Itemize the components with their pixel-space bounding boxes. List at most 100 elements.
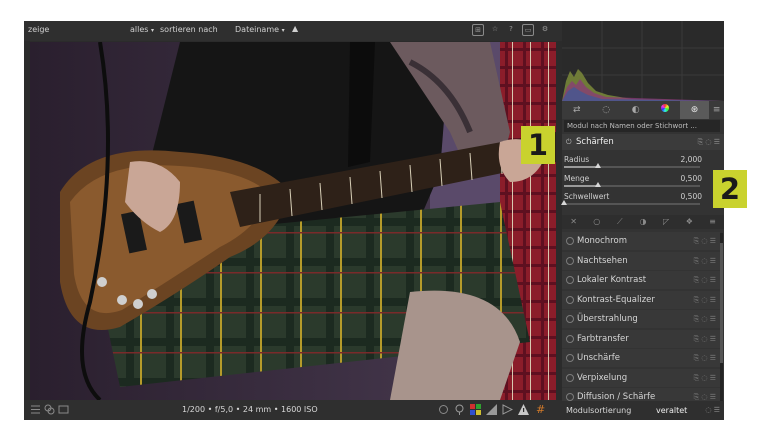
histogram[interactable] xyxy=(562,21,724,101)
softproof-icon[interactable] xyxy=(470,404,481,415)
power-icon[interactable] xyxy=(566,256,574,265)
star-icon[interactable]: ◐ xyxy=(621,101,650,119)
bottom-bar: 1/200 • f/5,0 • 24 mm • 1600 ISO # xyxy=(24,400,562,420)
threshold-slider[interactable]: Schwellwert 0,500 xyxy=(561,192,702,205)
sort-label: sortieren nach xyxy=(160,25,218,34)
warning-icon[interactable] xyxy=(518,404,529,415)
module-actions-icon[interactable]: ⎘ ◌ ☰ xyxy=(694,330,716,348)
raw-overexposed-icon[interactable] xyxy=(502,404,514,415)
sharpen-module-header[interactable]: ⏻ Schärfen ⎘ ◌ ☰ xyxy=(562,134,724,150)
photo-image xyxy=(30,42,556,400)
sort-dropdown[interactable]: Dateiname ▾ xyxy=(235,25,285,34)
slider-track[interactable] xyxy=(564,182,700,187)
module-order-label: Modulsortierung xyxy=(566,406,632,415)
close-icon[interactable]: ✕ xyxy=(562,215,585,229)
mask-icon[interactable]: ◑ xyxy=(631,215,654,229)
module-row[interactable]: Verpixelung ⎘ ◌ ☰ xyxy=(562,368,720,387)
power-icon[interactable] xyxy=(566,393,574,401)
module-label: Kontrast-Equalizer xyxy=(577,294,655,305)
module-order-actions-icon[interactable]: ◌ ☰ xyxy=(705,401,720,420)
keyboard-icon[interactable]: ▭ xyxy=(522,24,534,36)
chevron-down-icon: ▾ xyxy=(281,27,285,34)
module-actions-icon[interactable]: ⎘ ◌ ☰ xyxy=(694,369,716,387)
exif-info: 1/200 • f/5,0 • 24 mm • 1600 ISO xyxy=(182,405,318,414)
sort-value: Dateiname xyxy=(235,25,280,34)
grouping-icon[interactable]: ⊞ xyxy=(472,24,484,36)
module-label: Überstrahlung xyxy=(577,314,638,324)
histogram-graph xyxy=(562,21,724,101)
module-order-bar: Modulsortierung veraltet ◌ ☰ xyxy=(562,401,724,420)
power-icon[interactable] xyxy=(566,237,574,245)
guides-icon[interactable]: # xyxy=(536,404,547,415)
scrollbar-thumb[interactable] xyxy=(720,243,723,363)
filter-dropdown[interactable]: alles ▾ xyxy=(130,25,154,34)
image-canvas[interactable] xyxy=(30,42,556,400)
param-value: 0,500 xyxy=(680,192,702,201)
radius-slider[interactable]: Radius 2,000 xyxy=(564,155,702,168)
param-label: Menge xyxy=(564,174,590,183)
group-menu-icon[interactable]: ≡ xyxy=(709,101,724,119)
presets-icon[interactable]: ⇄ xyxy=(562,101,591,119)
retouch-icon[interactable]: ❖ xyxy=(678,215,701,229)
slider-track[interactable] xyxy=(561,200,700,205)
module-row[interactable]: Nachtsehen ⎘ ◌ ☰ xyxy=(562,251,720,270)
menu-icon[interactable] xyxy=(30,404,41,415)
brush-icon[interactable]: ⟋ xyxy=(608,215,631,229)
module-row[interactable]: Farbtransfer ⎘ ◌ ☰ xyxy=(562,329,720,348)
filter-value: alles xyxy=(130,25,149,34)
amount-slider[interactable]: Menge 0,500 xyxy=(564,174,702,187)
power-icon[interactable] xyxy=(566,315,574,323)
color-icon[interactable] xyxy=(650,101,679,119)
power-icon[interactable]: ⏻ xyxy=(566,134,572,150)
slider-knob[interactable] xyxy=(595,182,601,187)
power-icon[interactable] xyxy=(566,373,574,382)
module-row[interactable]: Überstrahlung ⎘ ◌ ☰ xyxy=(562,310,720,328)
panel-scrollbar[interactable] xyxy=(720,233,723,403)
slider-knob[interactable] xyxy=(595,163,601,168)
gamut-check-icon[interactable] xyxy=(486,404,497,415)
module-actions-icon[interactable]: ⎘ ◌ ☰ xyxy=(694,349,716,367)
slider-track[interactable] xyxy=(564,163,700,168)
module-actions-icon[interactable]: ⎘ ◌ ☰ xyxy=(694,271,716,289)
menu-icon[interactable]: ≡ xyxy=(701,215,724,229)
help-icon[interactable]: ? xyxy=(506,24,516,34)
module-label: Unschärfe xyxy=(577,353,621,363)
power-icon[interactable] xyxy=(566,276,574,284)
module-row[interactable]: Monochrom ⎘ ◌ ☰ xyxy=(562,232,720,250)
callout-badge-1: 1 xyxy=(521,126,555,164)
snapshot-icon[interactable] xyxy=(58,404,69,415)
module-order-value[interactable]: veraltet xyxy=(656,401,687,420)
chevron-down-icon: ▾ xyxy=(150,27,154,34)
module-row[interactable]: Lokaler Kontrast ⎘ ◌ ☰ xyxy=(562,271,720,289)
bulb-icon[interactable] xyxy=(454,404,465,415)
module-search-input[interactable]: Modul nach Namen oder Stichwort ... xyxy=(564,120,720,132)
circle-icon[interactable]: ○ xyxy=(585,215,608,229)
module-actions-icon[interactable]: ⎘ ◌ ☰ xyxy=(694,252,716,270)
slider-fill xyxy=(564,185,598,187)
module-row[interactable]: Unschärfe ⎘ ◌ ☰ xyxy=(562,349,720,367)
module-row[interactable]: Kontrast-Equalizer ⎘ ◌ ☰ xyxy=(562,290,720,309)
module-label: Farbtransfer xyxy=(577,333,629,344)
sharpen-title: Schärfen xyxy=(576,137,614,147)
power-icon[interactable] xyxy=(566,295,574,304)
focus-peaking-icon[interactable] xyxy=(438,404,449,415)
power-icon[interactable] xyxy=(566,334,574,343)
gradient-icon[interactable]: ◸ xyxy=(655,215,678,229)
slider-knob[interactable] xyxy=(561,200,567,205)
module-label: Verpixelung xyxy=(577,372,628,383)
gear-icon[interactable]: ⚙ xyxy=(540,24,550,34)
sort-direction-button[interactable]: ▲ xyxy=(292,24,298,33)
module-actions-icon[interactable]: ⎘ ◌ ☰ xyxy=(698,134,720,150)
param-label: Radius xyxy=(564,155,590,164)
styles-icon[interactable] xyxy=(44,404,55,415)
module-actions-icon[interactable]: ⎘ ◌ ☰ xyxy=(694,310,716,328)
power-icon[interactable] xyxy=(566,354,574,362)
module-actions-icon[interactable]: ⎘ ◌ ☰ xyxy=(694,232,716,250)
callout-badge-2: 2 xyxy=(713,170,747,208)
tone-icon[interactable]: ⊛ xyxy=(679,101,710,119)
param-value: 0,500 xyxy=(680,174,702,183)
module-actions-icon[interactable]: ⎘ ◌ ☰ xyxy=(694,291,716,309)
star-icon[interactable]: ☆ xyxy=(490,24,500,34)
module-label: Lokaler Kontrast xyxy=(577,275,647,285)
power-icon[interactable]: ◌ xyxy=(591,101,620,119)
